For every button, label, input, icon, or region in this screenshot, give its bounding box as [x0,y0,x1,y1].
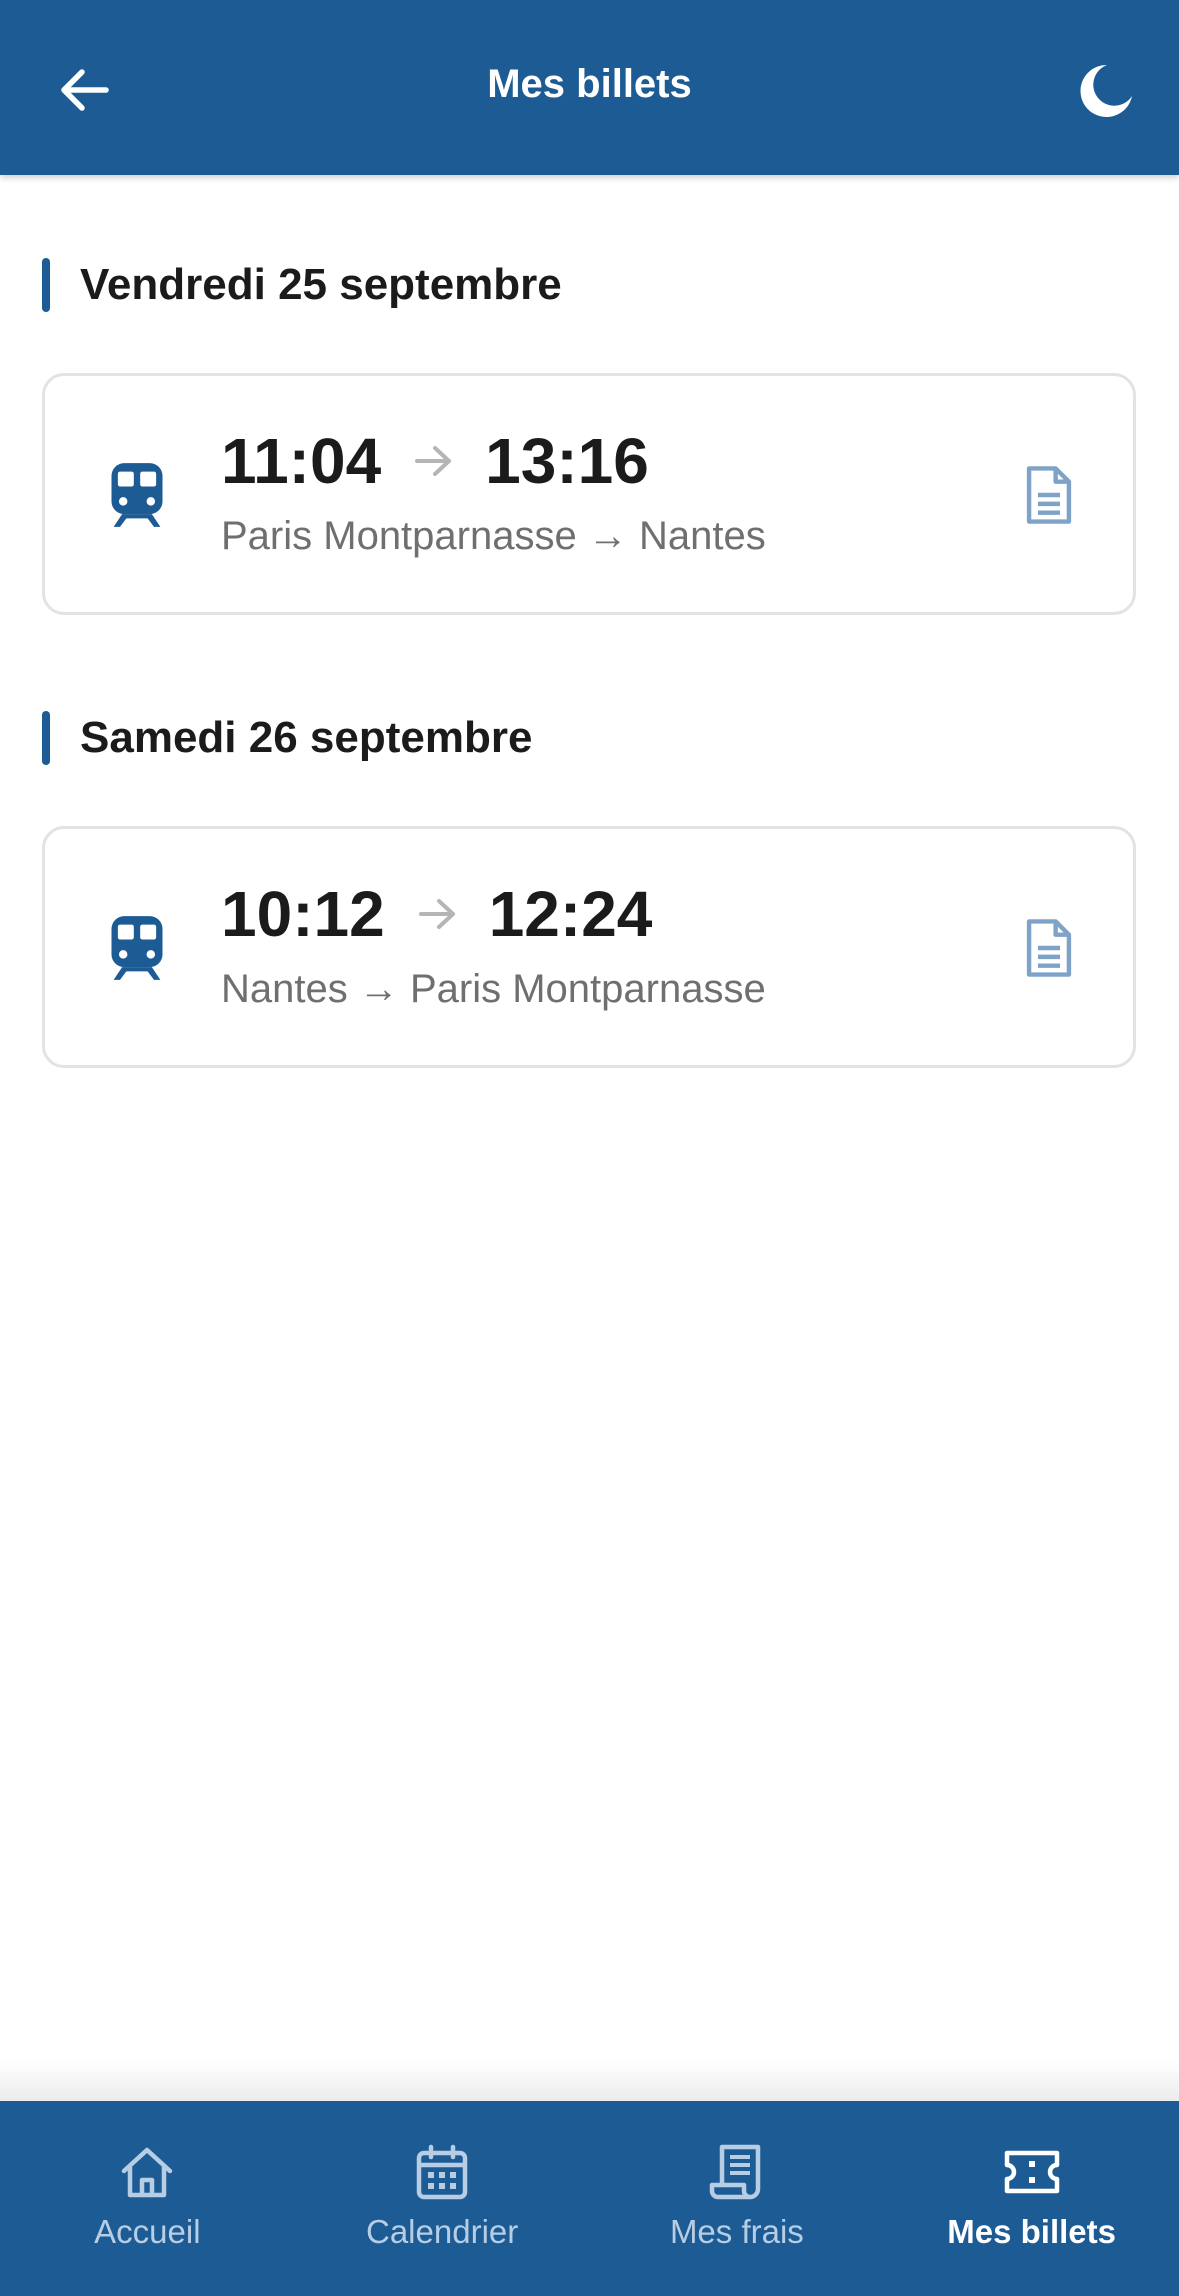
receipt-icon [709,2144,761,2200]
section-date-header: Vendredi 25 septembre [42,258,562,312]
nav-label: Accueil [94,2213,201,2250]
ticket-icon [1004,2150,1059,2194]
nav-item-accueil[interactable]: Accueil [0,2101,295,2296]
section-date: Samedi 26 septembre [80,713,533,762]
nav-label: Mes billets [947,2213,1116,2250]
arrival-time: 13:16 [485,425,649,497]
departure-time: 10:12 [221,878,385,950]
page-title: Mes billets [487,62,692,106]
app-screen: Mes billets Vendredi 25 septembre 11:04 … [0,0,1179,2296]
moon-icon [1080,64,1132,117]
departure-time: 11:04 [221,425,382,497]
section-accent-bar [42,711,50,765]
nav-label: Calendrier [366,2213,519,2250]
arrow-right-icon [409,437,457,485]
section-accent-bar [42,258,50,312]
bottom-navigation: Accueil Calendrier Mes frais Mes billets [0,2101,1179,2296]
arrow-right-icon [413,890,461,938]
document-icon[interactable] [1021,917,1077,979]
nav-item-mes-billets[interactable]: Mes billets [884,2101,1179,2296]
section-date: Vendredi 25 septembre [80,260,562,309]
train-icon [111,463,163,527]
ticket-route: Nantes → Paris Montparnasse [221,967,766,1011]
top-app-bar: Mes billets [0,0,1179,175]
theme-toggle-button[interactable] [1073,58,1139,124]
bottom-nav-shadow [0,2060,1179,2102]
section-date-header: Samedi 26 septembre [42,711,532,765]
arrival-time: 12:24 [488,878,653,950]
nav-item-mes-frais[interactable]: Mes frais [590,2101,885,2296]
ticket-card[interactable]: 10:12 12:24 Nantes → Paris Montparnasse [42,826,1136,1068]
nav-label: Mes frais [669,2213,804,2250]
train-icon [111,916,163,980]
nav-item-calendrier[interactable]: Calendrier [295,2101,590,2296]
home-icon [122,2147,173,2198]
ticket-times: 10:12 12:24 [221,877,652,951]
ticket-route: Paris Montparnasse → Nantes [221,514,766,558]
ticket-times: 11:04 13:16 [221,424,649,498]
ticket-card[interactable]: 11:04 13:16 Paris Montparnasse → Nantes [42,373,1136,615]
calendar-icon [416,2144,468,2200]
document-icon[interactable] [1021,464,1077,526]
